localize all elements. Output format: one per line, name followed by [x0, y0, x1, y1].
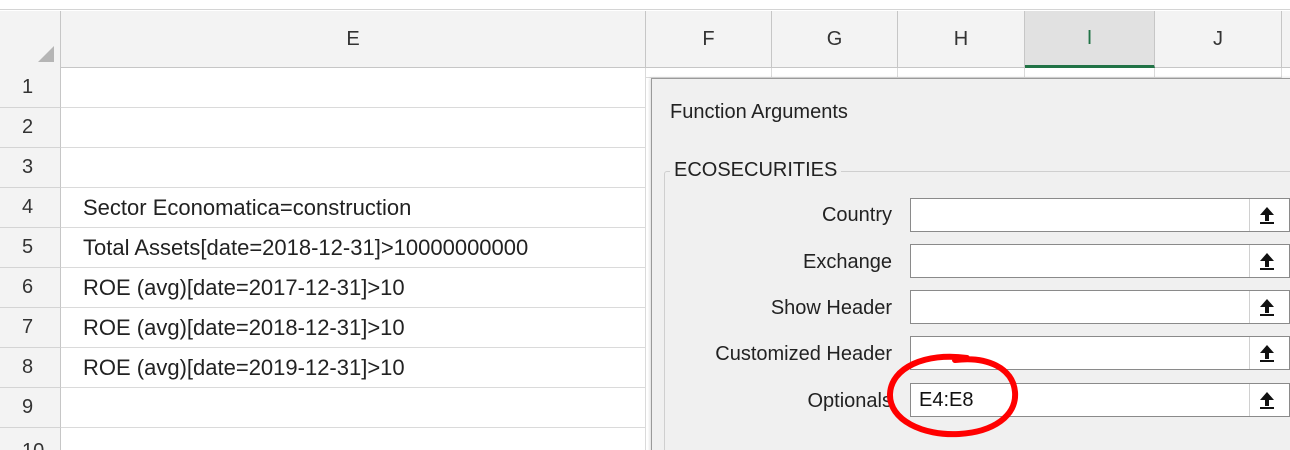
- row-header-3[interactable]: 3: [0, 148, 61, 188]
- cell-e5[interactable]: Total Assets[date=2018-12-31]>1000000000…: [61, 228, 646, 268]
- cell-e6[interactable]: ROE (avg)[date=2017-12-31]>10: [61, 268, 646, 308]
- column-header-i[interactable]: I: [1025, 11, 1155, 68]
- collapse-dialog-arrow-icon: [1259, 299, 1274, 316]
- cell-i1[interactable]: [1025, 68, 1155, 78]
- cell-e3[interactable]: [61, 148, 646, 188]
- cell-e4[interactable]: Sector Economatica=construction: [61, 188, 646, 228]
- show-header-reference-button[interactable]: [1249, 291, 1283, 323]
- country-label: Country: [821, 204, 892, 226]
- column-header-e[interactable]: E: [61, 11, 646, 68]
- row-header-2[interactable]: 2: [0, 108, 61, 148]
- show-header-input[interactable]: [910, 290, 1290, 324]
- cell-e7[interactable]: ROE (avg)[date=2018-12-31]>10: [61, 308, 646, 348]
- exchange-input[interactable]: [910, 244, 1290, 278]
- column-header-f[interactable]: F: [646, 11, 772, 68]
- select-all-corner[interactable]: [0, 11, 61, 68]
- optionals-input[interactable]: E4:E8: [910, 383, 1290, 417]
- customized-header-input[interactable]: [910, 336, 1290, 370]
- column-header-h[interactable]: H: [898, 11, 1025, 68]
- row-header-10[interactable]: 10: [0, 428, 61, 450]
- dialog-title: Function Arguments: [670, 101, 848, 123]
- cell-e9[interactable]: [61, 388, 646, 428]
- cell-f1[interactable]: [646, 68, 772, 78]
- cell-e2[interactable]: [61, 108, 646, 148]
- optionals-reference-button[interactable]: [1249, 384, 1283, 416]
- exchange-reference-button[interactable]: [1249, 245, 1283, 277]
- row-header-9[interactable]: 9: [0, 388, 61, 428]
- collapse-dialog-arrow-icon: [1259, 392, 1274, 409]
- collapse-dialog-arrow-icon: [1259, 345, 1274, 362]
- customized-header-reference-button[interactable]: [1249, 337, 1283, 369]
- cell-e1[interactable]: [61, 68, 646, 108]
- row-header-4[interactable]: 4: [0, 188, 61, 228]
- select-all-triangle-icon: [38, 46, 54, 62]
- customized-header-label: Customized Header: [715, 343, 892, 365]
- column-header-j[interactable]: J: [1155, 11, 1282, 68]
- country-reference-button[interactable]: [1249, 199, 1283, 231]
- cell-j1[interactable]: [1155, 68, 1282, 78]
- optionals-label: Optionals: [807, 390, 893, 412]
- row-header-8[interactable]: 8: [0, 348, 61, 388]
- cell-g1[interactable]: [772, 68, 898, 78]
- cell-h1[interactable]: [898, 68, 1025, 78]
- cell-e8[interactable]: ROE (avg)[date=2019-12-31]>10: [61, 348, 646, 388]
- row-header-7[interactable]: 7: [0, 308, 61, 348]
- column-header-row: E F G H I J: [0, 11, 1290, 68]
- cell-e10[interactable]: [61, 428, 646, 450]
- function-name-label: ECOSECURITIES: [670, 159, 842, 182]
- collapse-dialog-arrow-icon: [1259, 253, 1274, 270]
- show-header-label: Show Header: [770, 297, 892, 319]
- column-header-g[interactable]: G: [772, 11, 898, 68]
- ribbon-edge: [0, 0, 1290, 10]
- collapse-dialog-arrow-icon: [1259, 207, 1274, 224]
- row-header-5[interactable]: 5: [0, 228, 61, 268]
- exchange-label: Exchange: [803, 251, 892, 273]
- row-header-1[interactable]: 1: [0, 68, 61, 108]
- country-input[interactable]: [910, 198, 1290, 232]
- row-header-6[interactable]: 6: [0, 268, 61, 308]
